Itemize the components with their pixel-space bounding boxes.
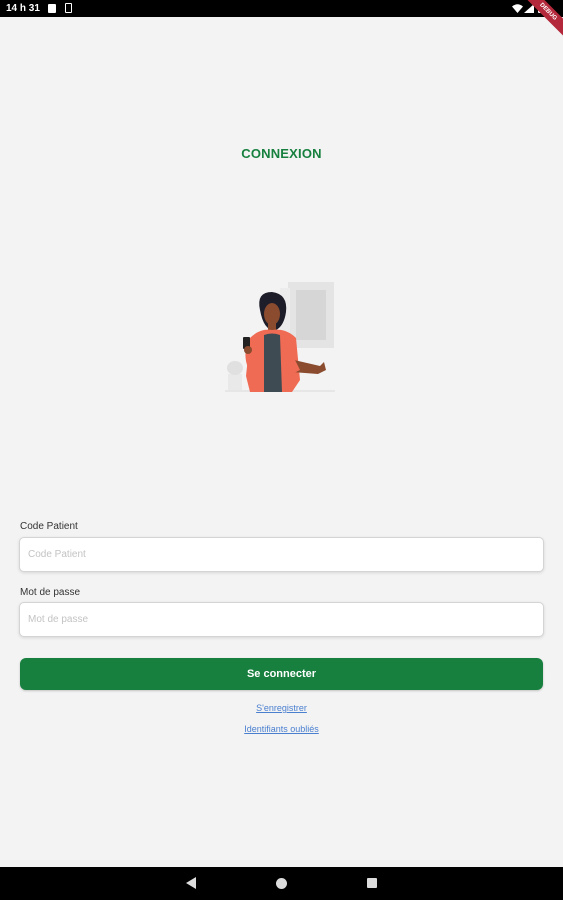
code-patient-label: Code Patient — [20, 521, 78, 532]
recents-icon[interactable] — [367, 878, 377, 888]
wifi-icon — [512, 4, 523, 13]
navigation-bar — [0, 867, 563, 900]
forgot-credentials-link[interactable]: Identifiants oubliés — [0, 724, 563, 734]
password-label: Mot de passe — [20, 587, 81, 598]
page-title: CONNEXION — [241, 146, 322, 161]
status-bar: 14 h 31 DEBUG — [0, 0, 563, 41]
notification-icon — [48, 4, 56, 13]
back-icon[interactable] — [186, 877, 196, 889]
code-patient-input[interactable] — [19, 537, 544, 572]
sim-card-icon — [65, 3, 72, 13]
register-link[interactable]: S'enregistrer — [0, 703, 563, 713]
home-icon[interactable] — [276, 878, 287, 889]
login-button[interactable]: Se connecter — [20, 658, 543, 690]
person-with-phone-illustration — [225, 282, 335, 392]
status-time: 14 h 31 — [6, 3, 40, 14]
password-input[interactable] — [19, 602, 544, 637]
